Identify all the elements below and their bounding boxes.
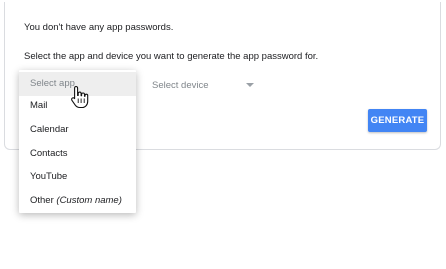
hand-pointer-icon: [70, 85, 90, 109]
app-option-youtube[interactable]: YouTube: [19, 165, 136, 189]
app-option-contacts[interactable]: Contacts: [19, 142, 136, 166]
app-option-other[interactable]: Other (Custom name): [19, 189, 136, 213]
generate-button[interactable]: GENERATE: [368, 109, 427, 132]
caret-down-icon: [246, 83, 254, 87]
select-instruction: Select the app and device you want to ge…: [24, 51, 319, 62]
app-option-other-suffix: (Custom name): [56, 195, 122, 206]
app-passwords-page: You don't have any app passwords. Select…: [0, 0, 446, 269]
no-app-passwords-message: You don't have any app passwords.: [24, 22, 174, 33]
app-option-other-label: Other: [30, 195, 54, 206]
select-device-label: Select device: [152, 80, 209, 91]
select-device-dropdown[interactable]: Select device: [152, 76, 256, 96]
app-option-calendar[interactable]: Calendar: [19, 118, 136, 142]
